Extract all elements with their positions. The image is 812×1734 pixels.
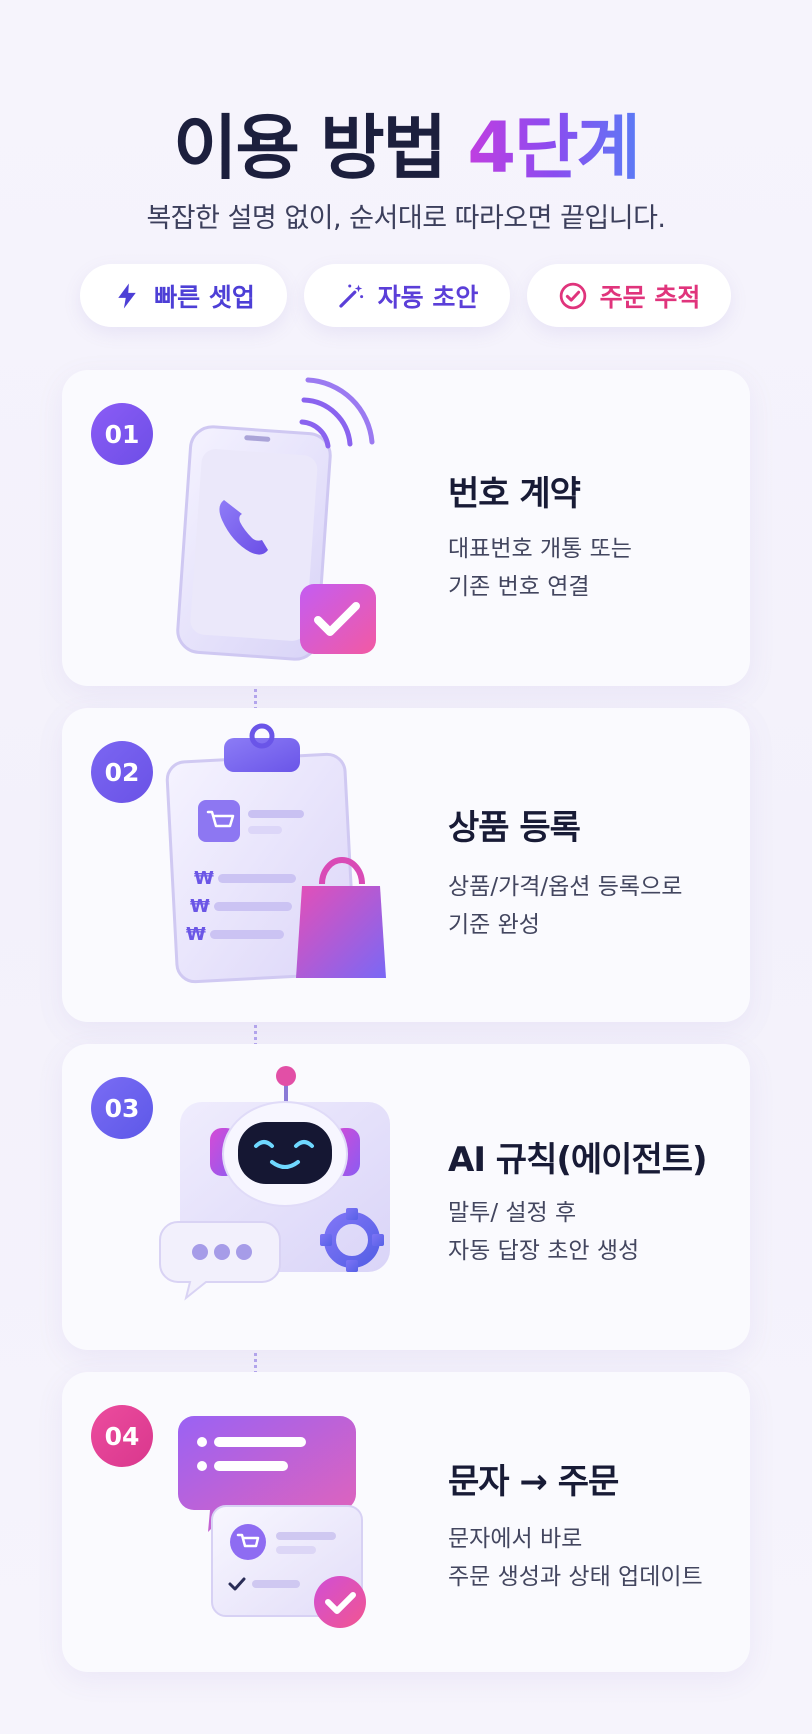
svg-text:₩: ₩ [190, 896, 210, 917]
robot-icon [159, 1066, 390, 1301]
check-circle-icon [559, 282, 586, 309]
chip-quick-setup[interactable]: 빠른 셋업 [80, 264, 287, 327]
step-description: 대표번호 개통 또는 기존 번호 연결 [448, 530, 632, 606]
step-title: 번호 계약 [448, 474, 581, 514]
step-number-badge: 01 [91, 403, 153, 465]
step-number-badge: 04 [91, 1405, 153, 1467]
clipboard-icon: ₩ ₩ ₩ [165, 723, 386, 984]
step-title: AI 규칙(에이전트) [448, 1140, 708, 1180]
chip-label: 자동 초안 [377, 282, 479, 312]
step-desc-line: 대표번호 개통 또는 [448, 536, 632, 562]
step-desc-line: 문자에서 바로 [448, 1526, 583, 1552]
chip-label: 빠른 셋업 [154, 282, 255, 312]
step-number-badge: 02 [91, 741, 153, 803]
svg-text:₩: ₩ [186, 924, 206, 945]
page-subtitle: 복잡한 설명 없이, 순서대로 따라오면 끝입니다. [146, 203, 666, 234]
step-description: 말투/ 설정 후 자동 답장 초안 생성 [448, 1194, 639, 1270]
step-number-badge: 03 [91, 1077, 153, 1139]
step-description: 상품/가격/옵션 등록으로 기준 완성 [448, 868, 682, 944]
magic-wand-icon [339, 284, 363, 308]
chip-label: 주문 추적 [599, 282, 701, 312]
step-desc-line: 말투/ 설정 후 [448, 1200, 577, 1226]
lightning-icon [118, 283, 136, 308]
chip-order-tracking[interactable]: 주문 추적 [527, 264, 731, 327]
step-desc-line: 기존 번호 연결 [448, 574, 590, 600]
step-desc-line: 주문 생성과 상태 업데이트 [448, 1564, 703, 1590]
page-title-main: 이용 방법 [173, 107, 447, 189]
step-card-4: 04 문자 → 주문 문자에서 바로 주문 생성과 상태 업데이트 [62, 1372, 750, 1672]
step-card-1: 01 번호 계약 대표번호 개통 또는 기존 번호 연결 [62, 370, 750, 686]
chip-auto-draft[interactable]: 자동 초안 [304, 264, 510, 327]
page-title: 이용 방법 4단계 [0, 92, 812, 193]
phone-icon [176, 377, 376, 661]
message-order-icon [178, 1416, 366, 1628]
step-desc-line: 기준 완성 [448, 912, 540, 938]
step-desc-line: 자동 답장 초안 생성 [448, 1238, 640, 1264]
step-desc-line: 상품/가격/옵션 등록으로 [448, 874, 683, 900]
svg-text:₩: ₩ [194, 868, 214, 889]
step-description: 문자에서 바로 주문 생성과 상태 업데이트 [448, 1520, 703, 1596]
step-title: 문자 → 주문 [448, 1462, 619, 1502]
step-card-3: 03 AI 규칙(에이전트) 말투/ 설정 후 자동 답장 초안 생성 [62, 1044, 750, 1350]
step-title: 상품 등록 [448, 808, 581, 848]
step-card-2: 02 ₩ ₩ ₩ 상품 등록 상품/가격/옵션 등록으로 기준 완성 [62, 708, 750, 1022]
page-title-accent: 4단계 [467, 107, 641, 189]
